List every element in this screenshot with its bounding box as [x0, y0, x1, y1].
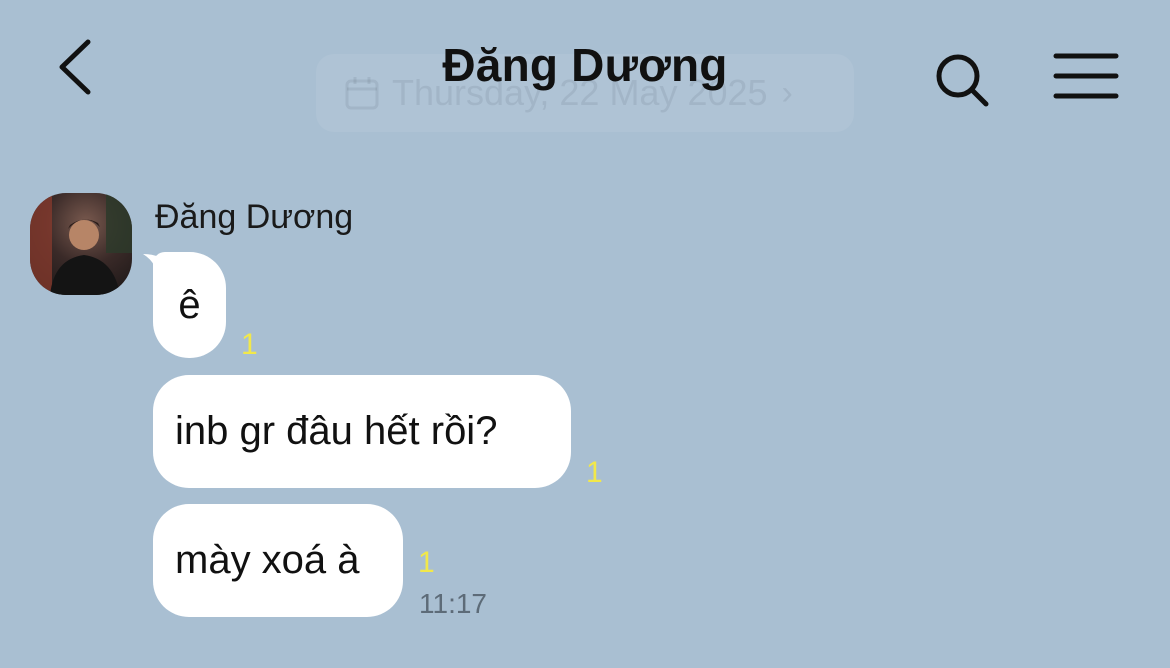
message-text: ê [178, 282, 201, 327]
unread-count: 1 [418, 546, 435, 579]
page-title: Đăng Dương [442, 39, 728, 91]
menu-button[interactable] [1052, 50, 1120, 102]
message-text: mày xoá à [175, 538, 360, 582]
search-button[interactable] [930, 48, 994, 112]
chat-header: Thursday, 22 May 2025 › Đăng Dương [0, 0, 1170, 140]
avatar[interactable] [30, 193, 132, 295]
unread-count: 1 [586, 456, 603, 489]
avatar-photo [30, 193, 132, 295]
message-bubble[interactable]: mày xoá à [153, 504, 403, 617]
message-text: inb gr đâu hết rồi? [175, 409, 498, 453]
message-timestamp: 11:17 [419, 588, 487, 619]
message-bubble[interactable]: inb gr đâu hết rồi? [153, 375, 571, 488]
sender-name: Đăng Dương [155, 198, 354, 236]
search-icon [936, 54, 989, 107]
message-bubble[interactable]: ê [153, 252, 226, 358]
unread-count: 1 [241, 328, 258, 361]
hamburger-menu-icon [1053, 53, 1119, 99]
